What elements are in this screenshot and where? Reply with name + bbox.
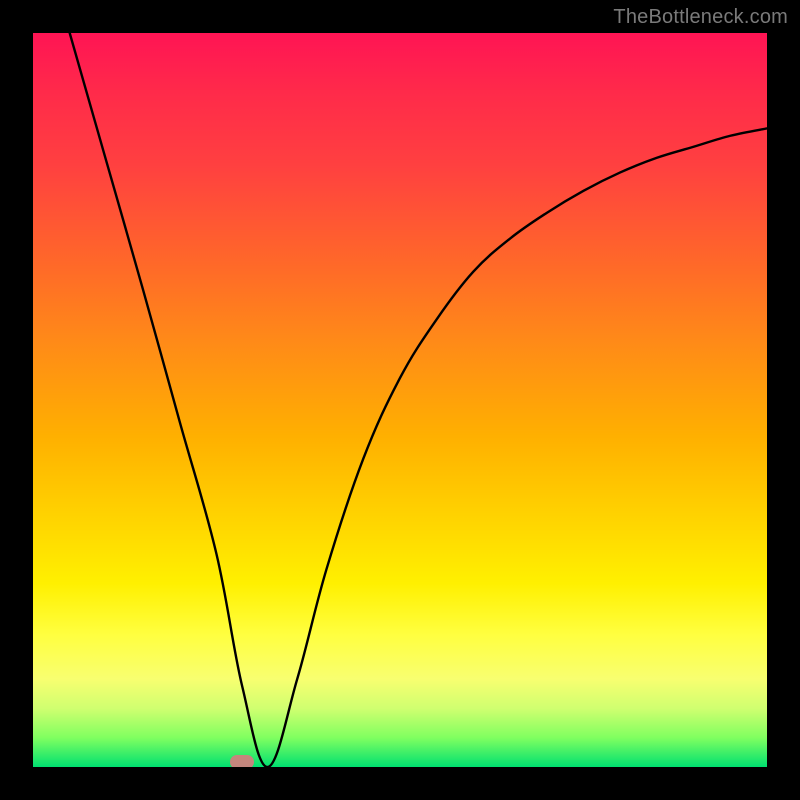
chart-frame: TheBottleneck.com bbox=[0, 0, 800, 800]
bottleneck-curve bbox=[33, 33, 767, 767]
watermark-text: TheBottleneck.com bbox=[613, 6, 788, 29]
plot-area bbox=[33, 33, 767, 767]
optimal-point-marker bbox=[230, 755, 254, 767]
